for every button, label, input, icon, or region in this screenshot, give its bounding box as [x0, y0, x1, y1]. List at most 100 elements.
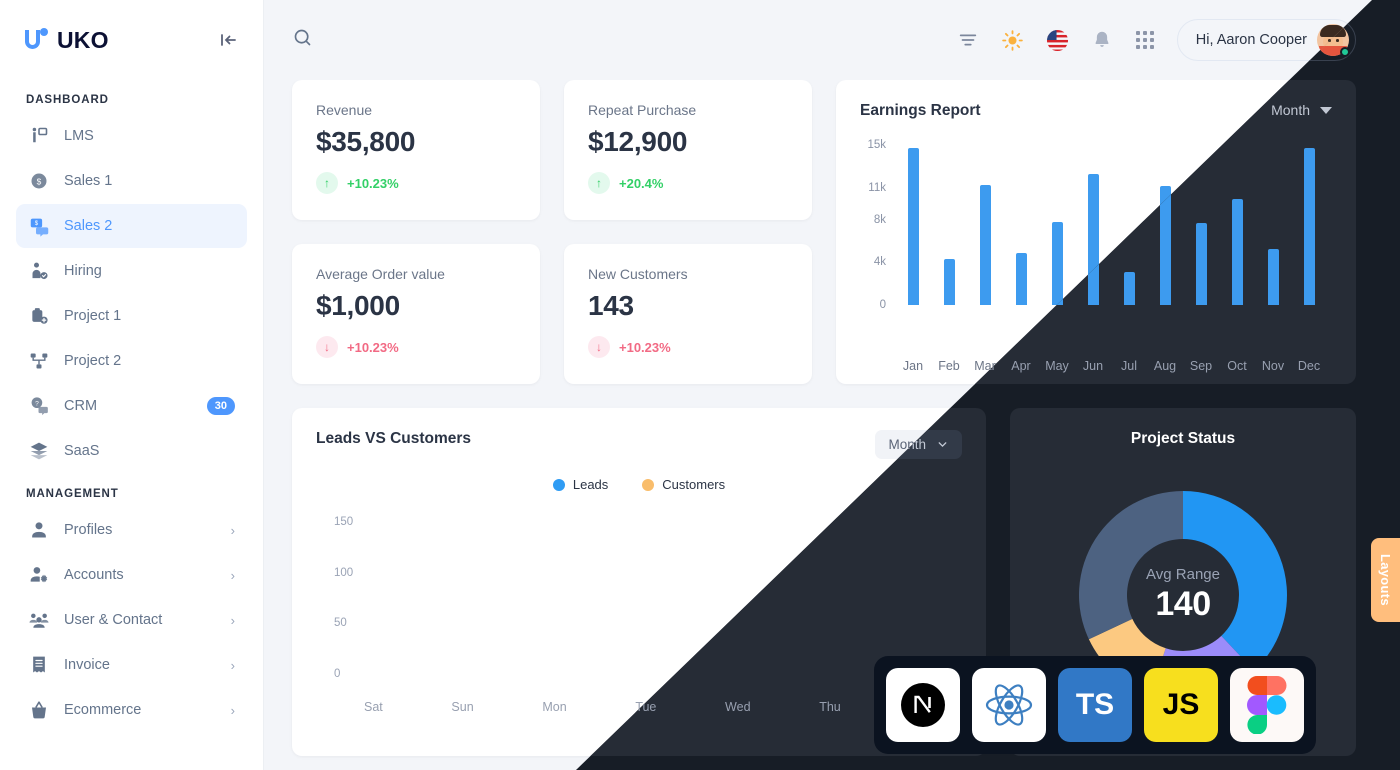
sidebar-item-sales-2[interactable]: $ Sales 2 — [16, 204, 247, 248]
kpi-delta-text: +10.23% — [347, 339, 399, 355]
earnings-period-dropdown[interactable]: Month — [1271, 102, 1332, 118]
online-status-dot — [1340, 47, 1350, 57]
leads-title: Leads VS Customers — [316, 430, 472, 447]
nav-section-title: DASHBOARD — [26, 94, 109, 106]
typescript-logo[interactable]: TS — [1058, 668, 1132, 742]
figma-logo[interactable] — [1230, 668, 1304, 742]
kpi-title: Average Order value — [316, 266, 445, 282]
bar-column[interactable] — [1040, 140, 1074, 305]
earnings-title: Earnings Report — [860, 102, 981, 119]
sidebar-item-user-contact[interactable]: User & Contact › — [16, 598, 247, 642]
x-axis-label: Sun — [451, 700, 474, 714]
legend-color-dot — [552, 478, 565, 491]
y-axis-tick: 50 — [334, 617, 347, 630]
nav-section-title: MANAGEMENT — [26, 488, 119, 500]
saas-icon — [28, 440, 50, 462]
svg-text:?: ? — [35, 401, 39, 408]
bar — [907, 147, 919, 305]
x-axis-label: Jul — [1121, 359, 1137, 373]
bar-column[interactable] — [1256, 140, 1290, 305]
invoice-icon — [28, 654, 50, 676]
javascript-logo[interactable]: JS — [1144, 668, 1218, 742]
arrow-down-icon: ↓ — [588, 336, 610, 358]
project1-icon — [28, 305, 50, 327]
kpi-delta: ↓ +10.23% — [588, 336, 788, 358]
y-axis-tick: 0 — [334, 668, 341, 680]
topbar: Hi, Aaron Cooper — [264, 0, 1400, 80]
arrow-down-icon: ↓ — [316, 336, 338, 358]
x-axis-label: Feb — [938, 359, 960, 373]
legend-label: Customers — [662, 477, 726, 492]
x-axis-label: Sep — [1189, 359, 1213, 373]
kpi-delta-text: +10.23% — [347, 175, 399, 191]
nextjs-logo[interactable] — [886, 668, 960, 742]
kpi-delta-text: +20.4% — [619, 175, 664, 191]
users-icon — [28, 609, 50, 631]
sidebar-item-profiles[interactable]: Profiles › — [16, 508, 247, 552]
bar — [979, 184, 991, 305]
sales1-icon: $ — [28, 170, 50, 192]
brand-header: UKO — [16, 0, 247, 80]
lms-icon — [28, 125, 50, 147]
bar-column[interactable] — [932, 140, 966, 305]
crm-icon: ? — [28, 395, 50, 417]
accounts-icon — [28, 564, 50, 586]
sidebar-item-project-2[interactable]: Project 2 — [16, 339, 247, 383]
sun-theme-icon[interactable] — [1001, 29, 1024, 52]
y-axis-tick: 4k — [873, 256, 886, 269]
kpi-value: 143 — [588, 290, 634, 321]
sidebar-item-label: User & Contact — [64, 612, 163, 628]
sidebar-item-project-1[interactable]: Project 1 — [16, 294, 247, 338]
sidebar-item-crm[interactable]: ? CRM 30 — [16, 384, 247, 428]
filter-lines-icon[interactable] — [957, 29, 979, 51]
earnings-y-axis: 15k 11k 8k 4k 0 — [860, 139, 890, 311]
x-axis-label: Aug — [1153, 359, 1177, 373]
earnings-period-label: Month — [1271, 102, 1310, 118]
x-axis-label: May — [1045, 359, 1069, 373]
sidebar-item-hiring[interactable]: Hiring — [16, 249, 247, 293]
sidebar-item-lms[interactable]: LMS — [16, 114, 247, 158]
sidebar-item-ecommerce[interactable]: Ecommerce › — [16, 688, 247, 732]
bar-column[interactable] — [1004, 140, 1038, 305]
project-status-title: Project Status — [1130, 430, 1236, 447]
bar — [1231, 198, 1243, 305]
bar-column[interactable] — [1292, 140, 1326, 305]
svg-text:$: $ — [34, 220, 38, 227]
kpi-title: Revenue — [316, 102, 373, 118]
chevron-right-icon: › — [230, 522, 235, 538]
chevron-down-icon — [938, 442, 947, 448]
donut-center-label: Avg Range 140 — [1146, 566, 1220, 624]
sidebar-item-label: Ecommerce — [64, 702, 142, 718]
project2-icon — [28, 350, 50, 372]
app-root: UKO DASHBOARD LMS $ Sales 1 $ Sales 2 Hiring Pr… — [0, 0, 1400, 770]
avg-range-value: 140 — [1155, 585, 1211, 623]
arrow-up-icon: ↑ — [588, 172, 610, 194]
react-logo[interactable] — [972, 668, 1046, 742]
apps-grid-icon[interactable] — [1135, 30, 1155, 50]
sidebar-item-accounts[interactable]: Accounts › — [16, 553, 247, 597]
leads-legend: Leads Customers — [316, 477, 962, 492]
sidebar-item-label: Accounts — [64, 567, 124, 583]
bell-notification-icon[interactable] — [1091, 29, 1113, 51]
bar-column[interactable] — [968, 140, 1002, 305]
bar-column[interactable] — [896, 140, 930, 305]
sidebar-item-saas[interactable]: SaaS — [16, 429, 247, 473]
us-flag-icon[interactable] — [1046, 29, 1069, 52]
layouts-tab[interactable]: Layouts — [1371, 538, 1400, 622]
search-icon[interactable] — [292, 27, 313, 53]
x-axis-label: Jan — [902, 359, 924, 373]
kpi-delta: ↑ +20.4% — [588, 172, 788, 194]
kpi-value: $12,900 — [588, 126, 688, 157]
legend-item[interactable]: Leads — [552, 477, 608, 492]
bar-column[interactable] — [1220, 140, 1254, 305]
sidebar-item-label: Hiring — [64, 263, 102, 279]
sidebar-item-label: Invoice — [64, 657, 110, 673]
sidebar-item-invoice[interactable]: Invoice › — [16, 643, 247, 687]
bar — [1123, 272, 1135, 305]
legend-item[interactable]: Customers — [642, 477, 725, 492]
sidebar-item-sales-1[interactable]: $ Sales 1 — [16, 159, 247, 203]
collapse-sidebar-icon[interactable] — [219, 30, 239, 50]
bar — [1195, 223, 1207, 305]
sidebar-item-label: Profiles — [64, 522, 113, 538]
sidebar-badge: 30 — [206, 397, 235, 415]
